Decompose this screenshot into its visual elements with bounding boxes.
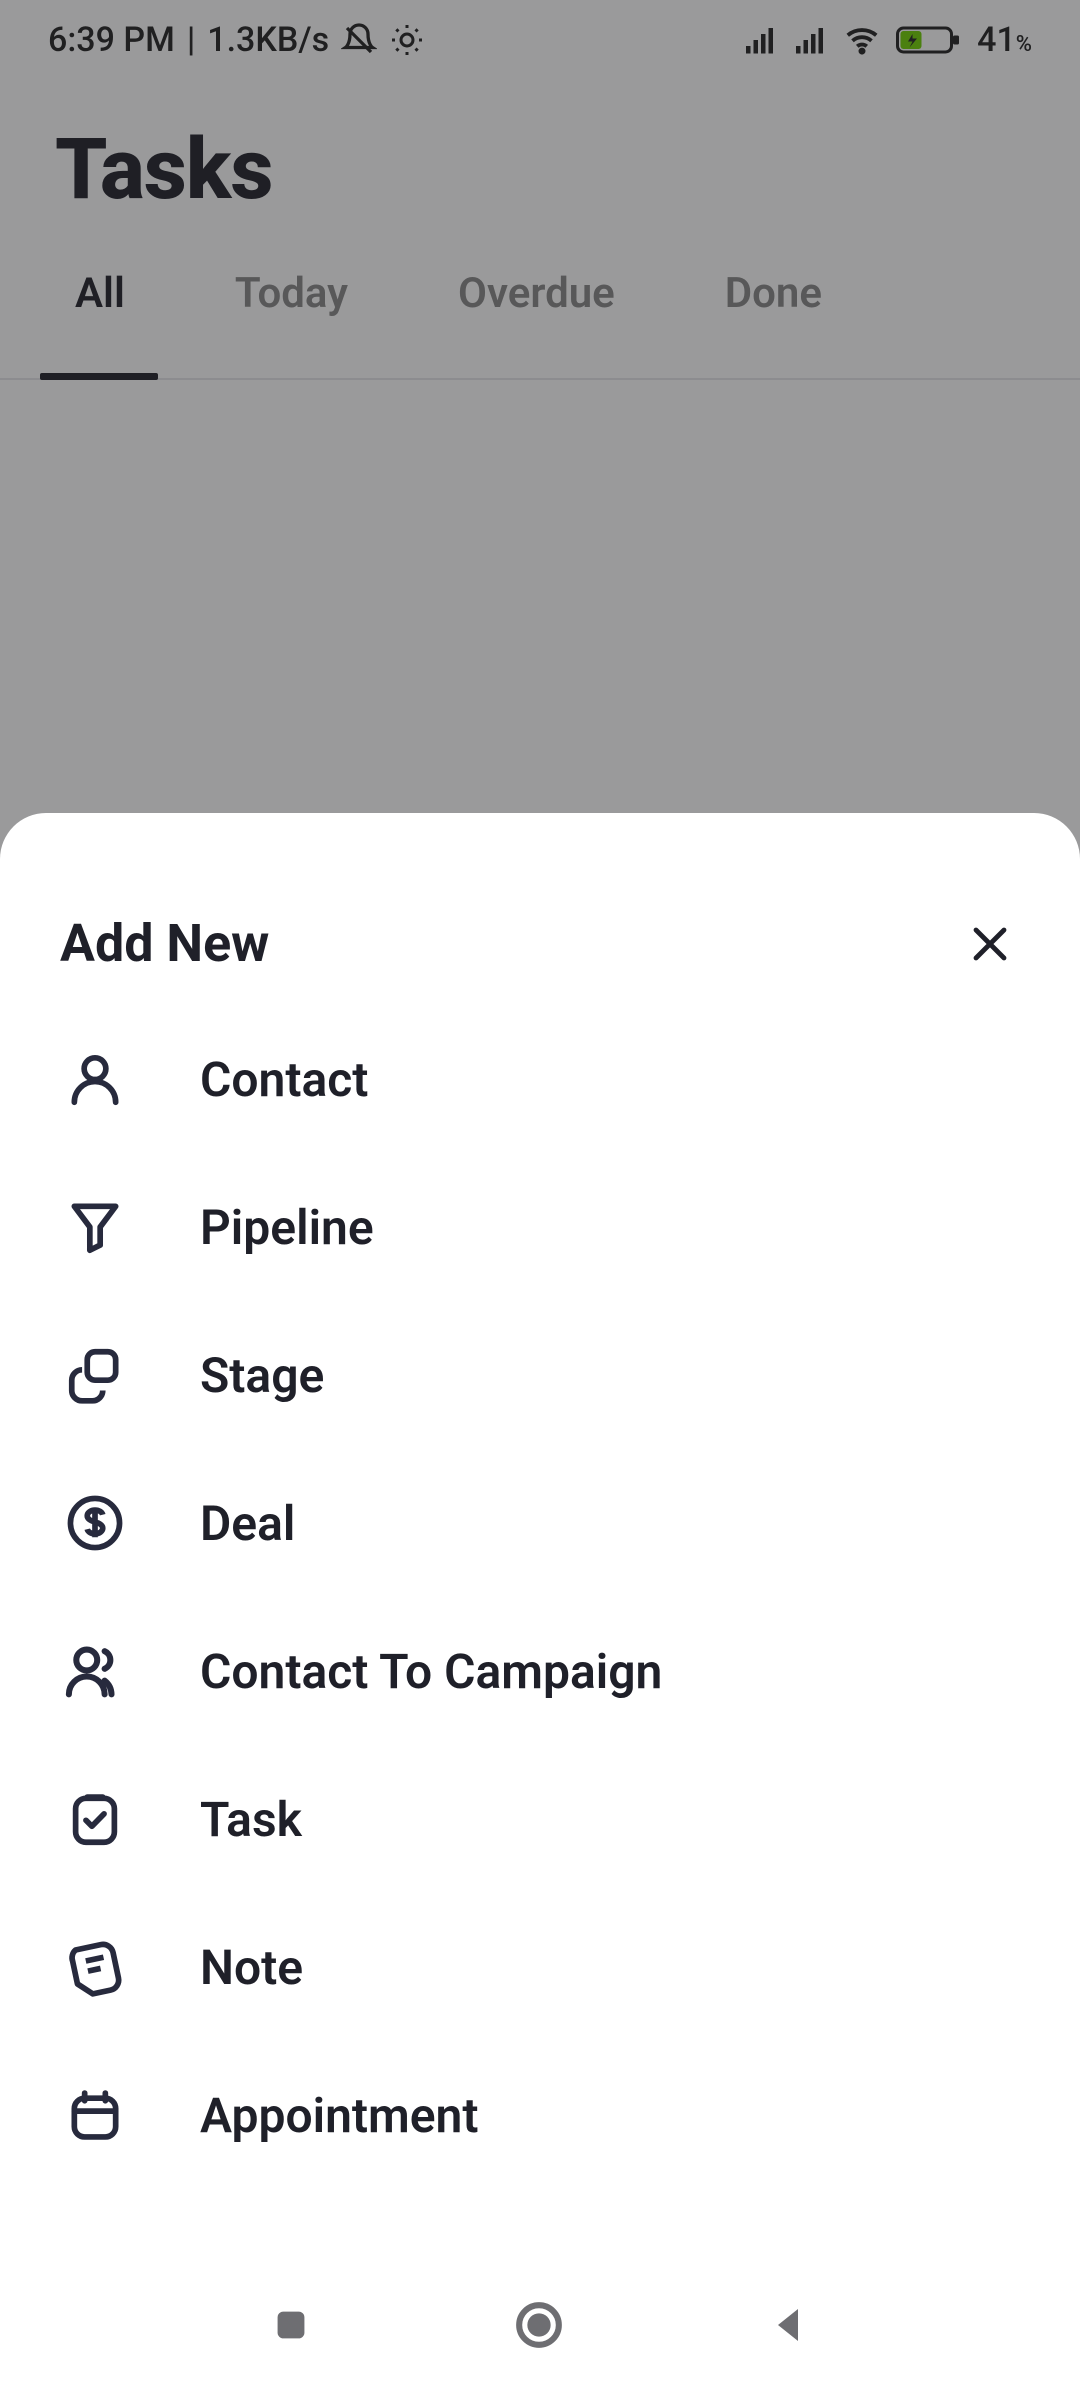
- android-nav-bar: [0, 2250, 1080, 2400]
- person-icon: [60, 1044, 130, 1114]
- menu-label: Task: [200, 1791, 302, 1848]
- calendar-icon: [60, 2080, 130, 2150]
- menu-item-note[interactable]: Note: [60, 1932, 1020, 2002]
- menu-item-appointment[interactable]: Appointment: [60, 2080, 1020, 2150]
- menu-item-task[interactable]: Task: [60, 1784, 1020, 1854]
- close-button[interactable]: [960, 914, 1020, 974]
- add-new-sheet: Add New Contact: [0, 813, 1080, 2400]
- menu-item-contact[interactable]: Contact: [60, 1044, 1020, 1114]
- menu-item-pipeline[interactable]: Pipeline: [60, 1192, 1020, 1262]
- sheet-title: Add New: [60, 913, 269, 974]
- nav-back-button[interactable]: [764, 2301, 812, 2349]
- menu-item-stage[interactable]: Stage: [60, 1340, 1020, 1410]
- menu-label: Pipeline: [200, 1199, 374, 1256]
- menu-item-deal[interactable]: Deal: [60, 1488, 1020, 1558]
- nav-home-button[interactable]: [511, 2297, 567, 2353]
- nav-recent-button[interactable]: [268, 2302, 314, 2348]
- menu-item-contact-campaign[interactable]: Contact To Campaign: [60, 1636, 1020, 1706]
- stack-icon: [60, 1340, 130, 1410]
- note-icon: [60, 1932, 130, 2002]
- menu-label: Contact: [200, 1051, 368, 1108]
- menu-label: Appointment: [200, 2087, 478, 2144]
- close-icon: [966, 920, 1014, 968]
- menu-label: Contact To Campaign: [200, 1643, 662, 1700]
- menu-label: Stage: [200, 1347, 324, 1404]
- clipboard-check-icon: [60, 1784, 130, 1854]
- people-icon: [60, 1636, 130, 1706]
- menu-label: Note: [200, 1939, 303, 1996]
- menu-label: Deal: [200, 1495, 295, 1552]
- funnel-icon: [60, 1192, 130, 1262]
- dollar-icon: [60, 1488, 130, 1558]
